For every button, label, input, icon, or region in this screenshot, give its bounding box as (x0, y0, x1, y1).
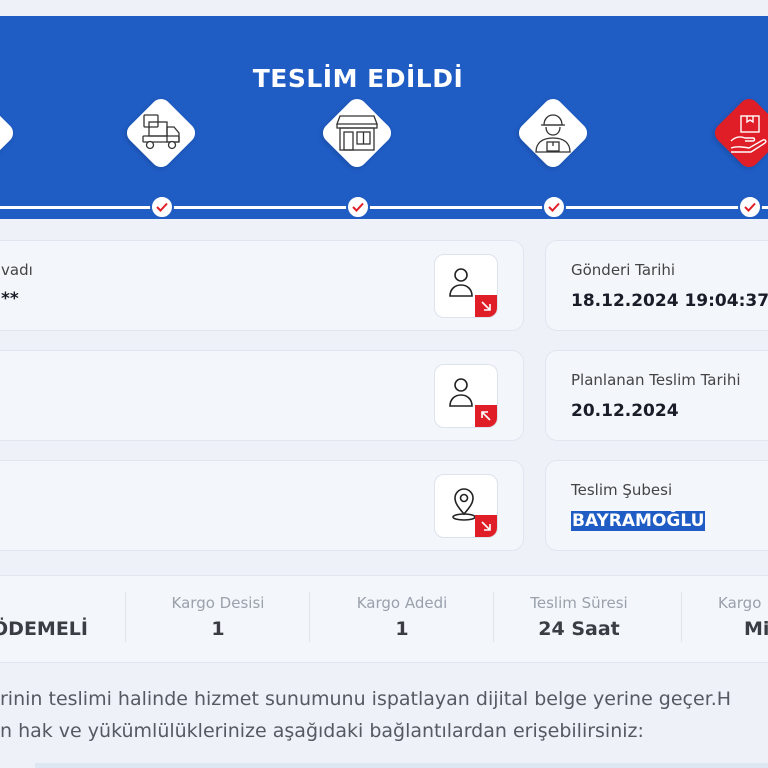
step-check-icon (542, 195, 566, 219)
status-banner: TESLİM EDİLDİ (0, 16, 768, 219)
divider (125, 592, 126, 642)
sender-label: vadı (1, 261, 33, 279)
partial-step-icon (0, 94, 18, 172)
shipment-stats: ÖDEMELİ Kargo Desisi 1 Kargo Adedi 1 Tes… (0, 575, 768, 663)
sender-value: ** (1, 289, 19, 309)
stat-desi: Kargo Desisi 1 (128, 576, 308, 662)
step-check-icon (150, 195, 174, 219)
courier-icon (535, 114, 571, 153)
step-delivered (710, 94, 768, 172)
stat-label: Kargo Desisi (171, 594, 265, 612)
arrow-out-icon (475, 295, 497, 317)
delivery-branch-card: Teslim Şubesi BAYRAMOĞLU (545, 460, 768, 551)
stat-kargo: Kargo Mi (694, 576, 768, 662)
delivery-branch-value[interactable]: BAYRAMOĞLU (571, 511, 706, 531)
stat-label: Kargo (718, 594, 762, 612)
divider (681, 592, 682, 642)
delivery-branch-value-wrap: BAYRAMOĞLU (571, 511, 706, 531)
stat-count: Kargo Adedi 1 (312, 576, 492, 662)
divider (309, 592, 310, 642)
send-date-value: 18.12.2024 19:04:37 (571, 291, 768, 311)
branch-store-icon (336, 115, 378, 151)
next-section-edge (35, 763, 768, 768)
stat-label: Teslim Süresi (530, 594, 628, 612)
stat-payment: ÖDEMELİ (0, 576, 110, 662)
step-branch (318, 94, 396, 172)
step-truck (122, 94, 200, 172)
planned-date-card: Planlanan Teslim Tarihi 20.12.2024 (545, 350, 768, 441)
stat-label: Kargo Adedi (356, 594, 448, 612)
arrow-in-icon (475, 405, 497, 427)
stat-value: 24 Saat (538, 618, 620, 640)
stat-value: 1 (395, 618, 409, 640)
progress-track (0, 206, 768, 209)
info-text-line-1: rinin teslimi halinde hizmet sunumunu is… (0, 688, 732, 710)
stat-value: Mi (744, 618, 768, 640)
status-title: TESLİM EDİLDİ (252, 64, 464, 93)
step-courier (514, 94, 592, 172)
planned-date-label: Planlanan Teslim Tarihi (571, 371, 741, 389)
receiver-card (0, 350, 524, 441)
package-hand-icon (730, 115, 767, 153)
info-text-line-2: n hak ve yükümlülüklerinize aşağıdaki ba… (0, 720, 644, 742)
step-check-icon (738, 195, 762, 219)
truck-icon (142, 114, 180, 150)
arrow-out-icon (475, 515, 497, 537)
send-date-card: Gönderi Tarihi 18.12.2024 19:04:37 (545, 240, 768, 331)
stat-duration: Teslim Süresi 24 Saat (496, 576, 662, 662)
branch-action-button[interactable] (434, 474, 498, 538)
planned-date-value: 20.12.2024 (571, 401, 679, 421)
stat-value: ÖDEMELİ (0, 618, 88, 640)
sender-action-button[interactable] (434, 254, 498, 318)
stat-value: 1 (211, 618, 225, 640)
delivery-branch-label: Teslim Şubesi (571, 481, 673, 499)
send-date-label: Gönderi Tarihi (571, 261, 676, 279)
receiver-action-button[interactable] (434, 364, 498, 428)
branch-card (0, 460, 524, 551)
step-check-icon (346, 195, 370, 219)
divider (493, 592, 494, 642)
sender-card: vadı ** (0, 240, 524, 331)
